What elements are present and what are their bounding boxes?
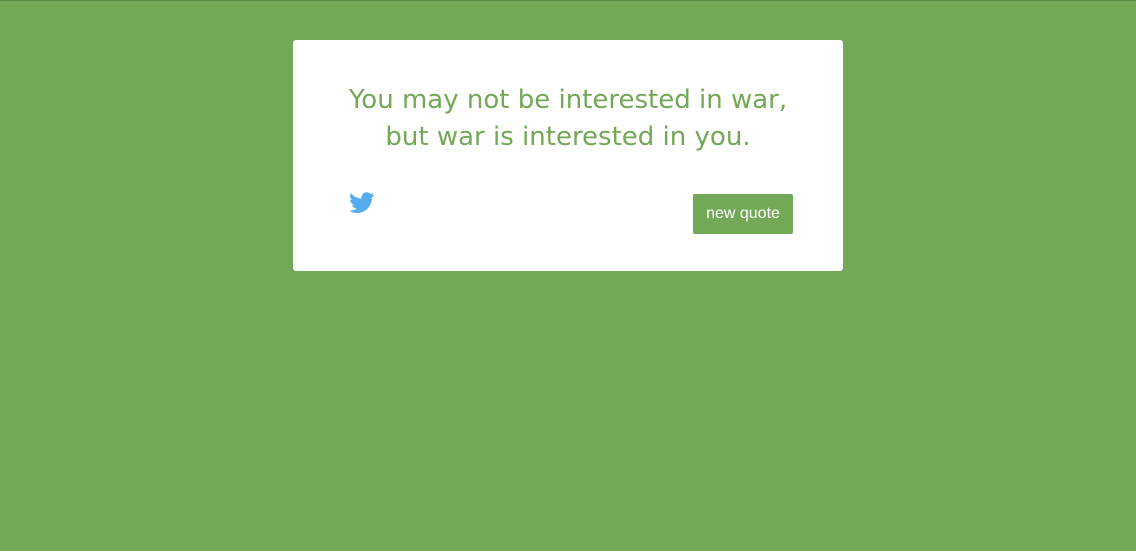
quote-box: You may not be interested in war, but wa… <box>293 40 843 271</box>
page-background: { "quote": { "text": "You may not be int… <box>0 0 1136 551</box>
tweet-quote-link[interactable] <box>349 191 375 215</box>
quote-text: You may not be interested in war, but wa… <box>348 85 788 152</box>
twitter-icon <box>349 192 375 213</box>
new-quote-button[interactable]: new quote <box>693 194 793 234</box>
